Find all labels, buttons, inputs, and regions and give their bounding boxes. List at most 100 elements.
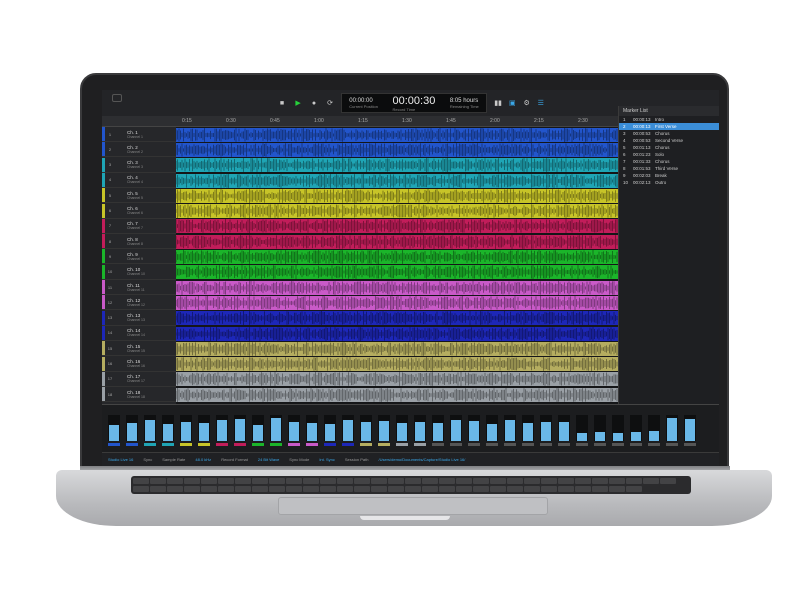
channel-color-tab — [486, 443, 498, 446]
track-lane[interactable] — [176, 188, 618, 203]
track-lane[interactable] — [176, 234, 618, 249]
channel-strip[interactable] — [234, 415, 246, 441]
laptop-keyboard — [131, 476, 691, 494]
track-header[interactable]: 15 Ch. 15 Channel 15 — [102, 341, 176, 357]
track-lane[interactable] — [176, 295, 618, 310]
track-header[interactable]: 17 Ch. 17 Channel 17 — [102, 371, 176, 387]
channel-strip[interactable] — [522, 415, 534, 441]
channel-strip[interactable] — [486, 415, 498, 441]
settings-icon[interactable]: ⚙ — [522, 99, 532, 107]
channel-strip[interactable] — [414, 415, 426, 441]
track-header[interactable]: 9 Ch. 9 Channel 9 — [102, 249, 176, 265]
channel-strip[interactable] — [288, 415, 300, 441]
track-header[interactable]: 18 Ch. 18 Channel 18 — [102, 387, 176, 403]
channel-strip[interactable] — [216, 415, 228, 441]
track-header[interactable]: 2 Ch. 2 Channel 2 — [102, 142, 176, 158]
channel-strip[interactable] — [594, 415, 606, 441]
track-lane[interactable] — [176, 142, 618, 157]
track-lane[interactable] — [176, 311, 618, 326]
arrangement-view[interactable] — [176, 127, 618, 404]
track-lane[interactable] — [176, 357, 618, 372]
track-lane[interactable] — [176, 204, 618, 219]
track-lane[interactable] — [176, 326, 618, 341]
channel-strip[interactable] — [144, 415, 156, 441]
channel-strip[interactable] — [252, 415, 264, 441]
channel-strip[interactable] — [432, 415, 444, 441]
channel-strip[interactable] — [684, 415, 696, 441]
channel-strip[interactable] — [396, 415, 408, 441]
marker-row[interactable]: 7 00:01:33 Chorus — [619, 158, 719, 165]
track-subtitle: Channel 14 — [127, 333, 145, 338]
track-header[interactable]: 14 Ch. 14 Channel 14 — [102, 325, 176, 341]
track-header[interactable]: 11 Ch. 11 Channel 11 — [102, 280, 176, 295]
track-header[interactable]: 3 Ch. 3 Channel 3 — [102, 157, 176, 173]
track-lane[interactable] — [176, 280, 618, 295]
track-header[interactable]: 5 Ch. 5 Channel 5 — [102, 188, 176, 204]
save-icon[interactable]: ▣ — [509, 99, 516, 107]
view-toggle-icon[interactable]: ☰ — [538, 99, 544, 107]
ruler-tick-label: 2:15 — [534, 118, 544, 124]
channel-color-tab — [450, 443, 462, 446]
keyboard-key — [541, 485, 557, 492]
track-header[interactable]: 4 Ch. 4 Channel 4 — [102, 172, 176, 188]
track-header[interactable]: 10 Ch. 10 Channel 10 — [102, 264, 176, 280]
channel-strip[interactable] — [450, 415, 462, 441]
levels-icon[interactable]: ▮▮ — [493, 99, 503, 107]
channel-strip[interactable] — [126, 415, 138, 441]
channel-strip[interactable] — [378, 415, 390, 441]
marker-row[interactable]: 6 00:01:23 Solo — [619, 151, 719, 158]
track-lane[interactable] — [176, 387, 618, 402]
loop-button[interactable]: ⟳ — [325, 99, 335, 107]
marker-time: 00:01:23 — [633, 152, 651, 157]
track-header[interactable]: 12 Ch. 12 Channel 12 — [102, 295, 176, 311]
channel-strip[interactable] — [180, 415, 192, 441]
track-lane[interactable] — [176, 158, 618, 173]
channel-strip[interactable] — [468, 415, 480, 441]
stop-button[interactable]: ■ — [277, 100, 287, 107]
track-lane[interactable] — [176, 265, 618, 280]
marker-row[interactable]: 10 00:02:13 Outro — [619, 179, 719, 186]
channel-strip[interactable] — [540, 415, 552, 441]
track-lane[interactable] — [176, 341, 618, 356]
channel-strip[interactable] — [270, 415, 282, 441]
record-button[interactable]: ● — [309, 100, 319, 107]
channel-strip[interactable] — [666, 415, 678, 441]
channel-strip[interactable] — [504, 415, 516, 441]
marker-row[interactable]: 2 00:00:13 First Verse — [619, 123, 719, 130]
marker-row[interactable]: 3 00:00:53 Chorus — [619, 130, 719, 137]
track-header[interactable]: 6 Ch. 6 Channel 6 — [102, 203, 176, 219]
channel-strip[interactable] — [198, 415, 210, 441]
channel-strip[interactable] — [306, 415, 318, 441]
track-lane[interactable] — [176, 127, 618, 142]
track-lane[interactable] — [176, 219, 618, 234]
marker-row[interactable]: 9 00:02:03 Break — [619, 172, 719, 179]
track-lane[interactable] — [176, 173, 618, 188]
record-format-label: Record Format — [221, 457, 248, 462]
track-header[interactable]: 1 Ch. 1 Channel 1 — [102, 127, 176, 142]
channel-strip[interactable] — [630, 415, 642, 441]
channel-strip[interactable] — [162, 415, 174, 441]
channel-strip[interactable] — [648, 415, 660, 441]
track-header[interactable]: 7 Ch. 7 Channel 7 — [102, 218, 176, 234]
track-header[interactable]: 16 Ch. 16 Channel 16 — [102, 356, 176, 372]
channel-strip[interactable] — [342, 415, 354, 441]
channel-strip[interactable] — [576, 415, 588, 441]
track-header[interactable]: 8 Ch. 8 Channel 8 — [102, 234, 176, 250]
ruler-tick-label: 1:45 — [446, 118, 456, 124]
waveform — [176, 357, 618, 372]
marker-row[interactable]: 5 00:01:13 Chorus — [619, 144, 719, 151]
marker-row[interactable]: 4 00:00:53 Second Verse — [619, 137, 719, 144]
play-button[interactable]: ▶ — [293, 99, 303, 107]
channel-strip[interactable] — [108, 415, 120, 441]
channel-strip[interactable] — [612, 415, 624, 441]
track-header[interactable]: 13 Ch. 13 Channel 13 — [102, 310, 176, 326]
track-lane[interactable] — [176, 372, 618, 387]
marker-row[interactable]: 1 00:00:13 Intro — [619, 116, 719, 123]
channel-strip[interactable] — [324, 415, 336, 441]
channel-strip[interactable] — [558, 415, 570, 441]
marker-row[interactable]: 8 00:01:53 Third Verse — [619, 165, 719, 172]
track-lane[interactable] — [176, 250, 618, 264]
channel-color-tab — [576, 443, 588, 446]
sync-mode-label: Sync Mode — [289, 457, 310, 462]
channel-strip[interactable] — [360, 415, 372, 441]
